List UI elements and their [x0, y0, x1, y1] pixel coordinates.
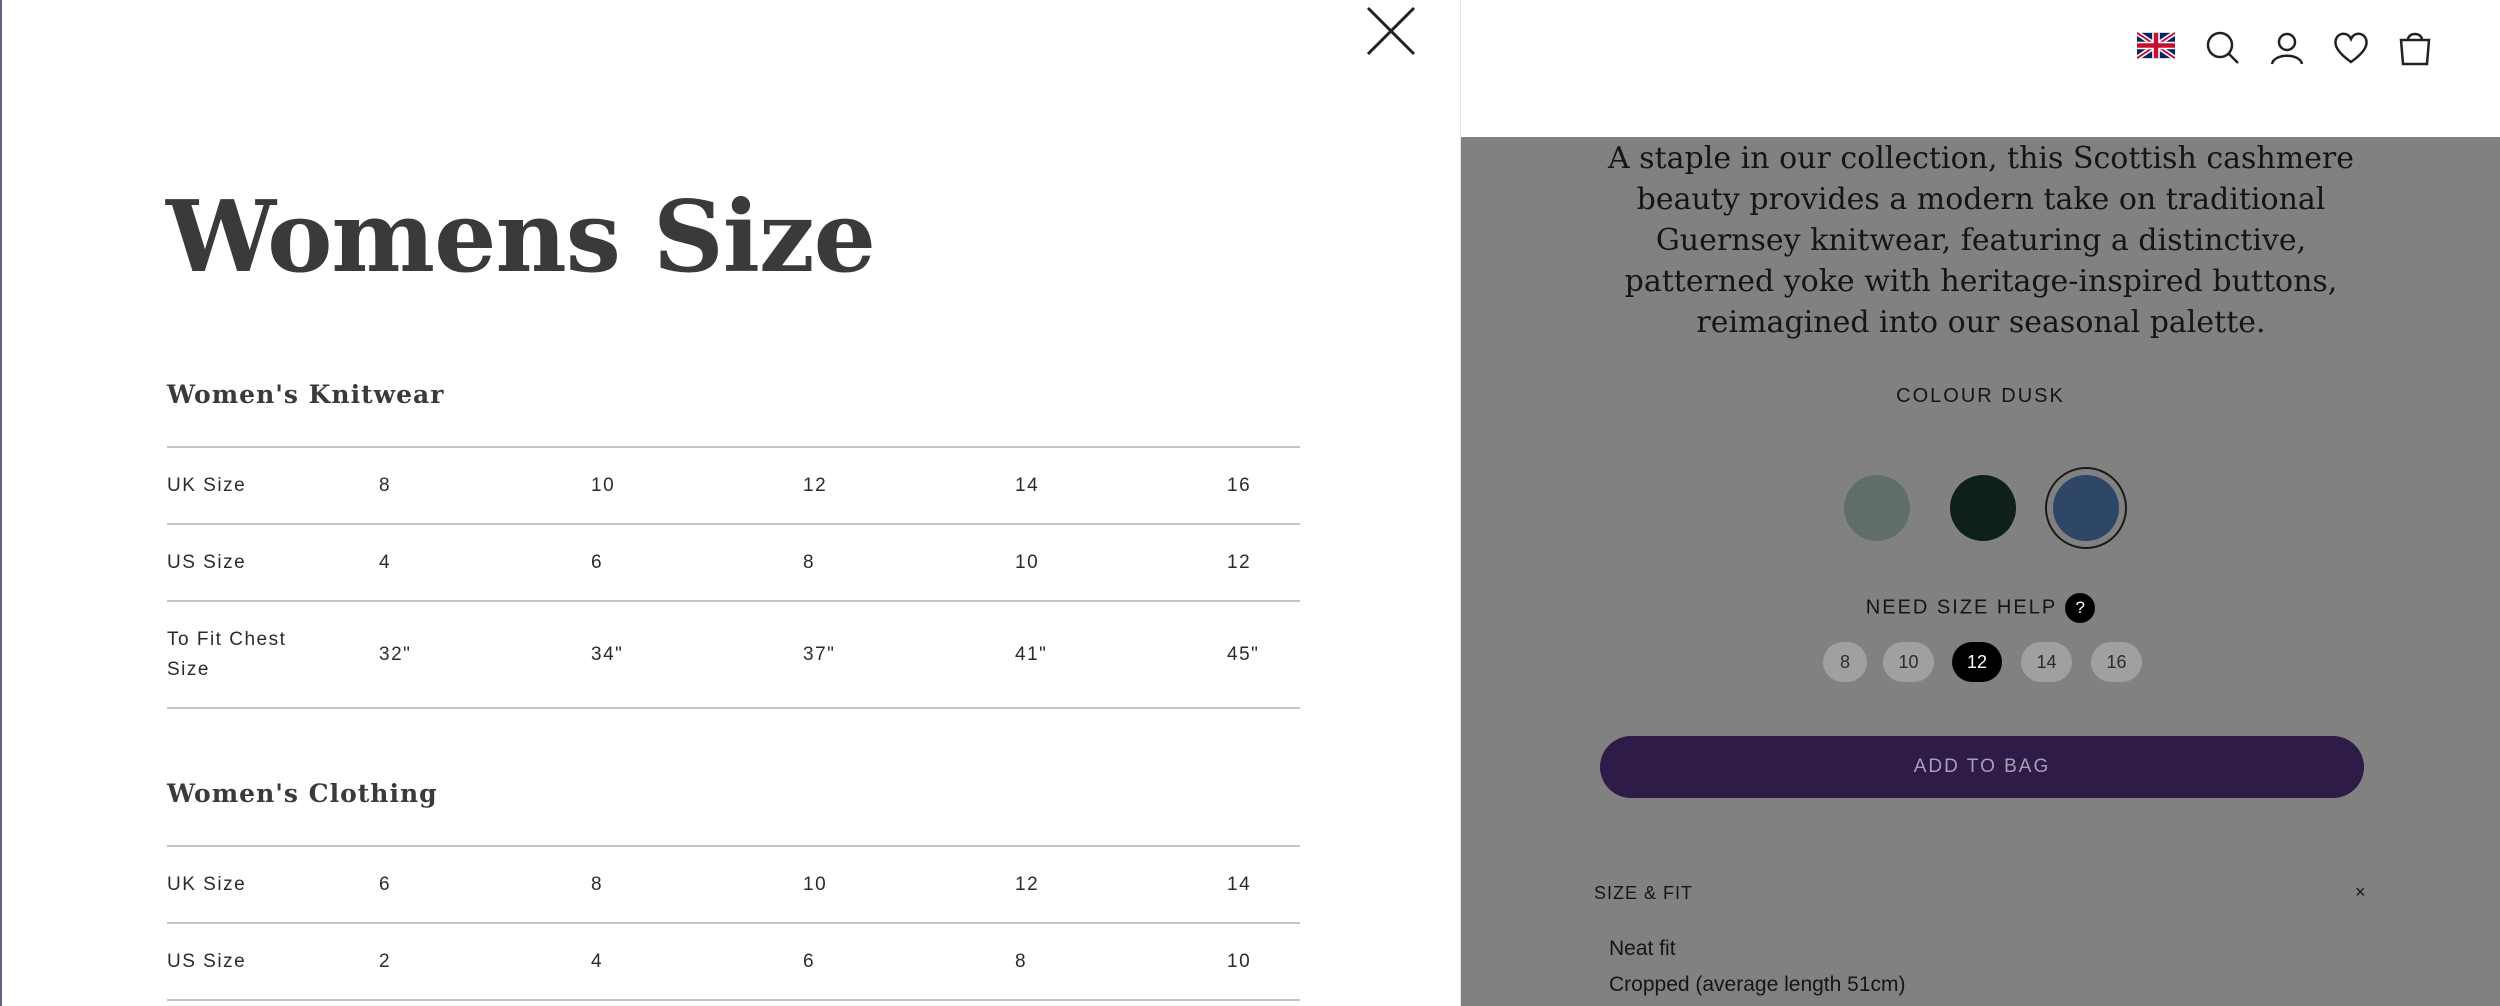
swatch-dusk[interactable] [2045, 467, 2127, 549]
size-help[interactable]: NEED SIZE HELP? [1461, 593, 2500, 623]
table-cell: 10 [591, 474, 616, 496]
add-to-bag-button[interactable]: ADD TO BAG [1600, 736, 2364, 798]
dimmed-product-details: A staple in our collection, this Scottis… [1461, 137, 2500, 1006]
size-guide-modal: Womens Size Women's Knitwear UK Size 8 1… [0, 0, 1461, 1006]
question-icon[interactable]: ? [2065, 593, 2096, 623]
table-cell: 8 [591, 873, 604, 895]
close-x-icon[interactable] [1364, 4, 1418, 58]
product-page: A staple in our collection, this Scottis… [1461, 0, 2500, 1006]
table-row: UK Size 6 8 10 12 14 [167, 846, 1300, 923]
size-option-14[interactable]: 14 [2021, 642, 2072, 682]
wishlist-heart-icon[interactable] [2331, 28, 2371, 68]
size-option-16[interactable]: 16 [2091, 642, 2142, 682]
table-row: US Size 4 6 8 10 12 [167, 524, 1300, 601]
table-cell: 6 [591, 551, 604, 573]
site-header [1461, 0, 2500, 137]
clothing-size-table: UK Size 6 8 10 12 14 US Size 2 4 6 8 10 [167, 845, 1300, 1001]
table-cell: 4 [379, 551, 392, 573]
table-cell: 6 [803, 950, 816, 972]
swatch-sage[interactable] [1844, 475, 1910, 541]
account-icon[interactable] [2267, 28, 2307, 68]
table-cell: 37" [803, 643, 836, 665]
size-option-12[interactable]: 12 [1952, 642, 2002, 682]
table-cell: 14 [1015, 474, 1040, 496]
shopping-bag-icon[interactable] [2395, 28, 2435, 68]
row-label: To Fit Chest Size [167, 628, 287, 680]
table-cell: 41" [1015, 643, 1048, 665]
table-cell: 32" [379, 643, 412, 665]
size-help-label: NEED SIZE HELP [1865, 596, 2058, 619]
table-row: US Size 2 4 6 8 10 [167, 923, 1300, 1000]
table-cell: 4 [591, 950, 604, 972]
table-cell: 6 [379, 873, 392, 895]
row-label: US Size [167, 551, 247, 573]
size-fit-line: Neat fit [1609, 937, 1676, 960]
size-option-8[interactable]: 8 [1823, 642, 1867, 682]
table-cell: 12 [803, 474, 828, 496]
section-title-knitwear: Women's Knitwear [167, 380, 445, 409]
table-cell: 10 [803, 873, 828, 895]
modal-title: Womens Size [166, 180, 876, 295]
knitwear-size-table: UK Size 8 10 12 14 16 US Size 4 6 8 10 1… [167, 446, 1300, 709]
swatch-dusk-fill [2053, 475, 2119, 541]
table-cell: 14 [1227, 873, 1252, 895]
table-cell: 45" [1227, 643, 1260, 665]
section-title-clothing: Women's Clothing [167, 779, 438, 808]
swatch-dark-green[interactable] [1950, 475, 2016, 541]
uk-flag-icon[interactable] [2135, 30, 2177, 61]
colour-label: COLOUR DUSK [1896, 385, 2065, 407]
size-fit-line: Cropped (average length 51cm) [1609, 973, 1906, 996]
table-row: UK Size 8 10 12 14 16 [167, 447, 1300, 524]
product-description: A staple in our collection, this Scottis… [1607, 141, 2355, 340]
size-fit-heading[interactable]: SIZE & FIT [1594, 883, 1693, 904]
table-cell: 2 [379, 950, 392, 972]
table-cell: 8 [803, 551, 816, 573]
size-fit-close-icon[interactable]: × [2355, 882, 2366, 903]
table-cell: 34" [591, 643, 624, 665]
table-row: To Fit Chest Size 32" 34" 37" 41" 45" [167, 601, 1300, 708]
row-label: US Size [167, 950, 247, 972]
row-label: UK Size [167, 474, 247, 496]
row-label: UK Size [167, 873, 247, 895]
table-cell: 10 [1015, 551, 1040, 573]
table-cell: 8 [379, 474, 392, 496]
table-cell: 8 [1015, 950, 1028, 972]
table-cell: 10 [1227, 950, 1252, 972]
table-cell: 16 [1227, 474, 1252, 496]
search-icon[interactable] [2203, 28, 2243, 68]
size-option-10[interactable]: 10 [1883, 642, 1934, 682]
table-cell: 12 [1015, 873, 1040, 895]
table-cell: 12 [1227, 551, 1252, 573]
